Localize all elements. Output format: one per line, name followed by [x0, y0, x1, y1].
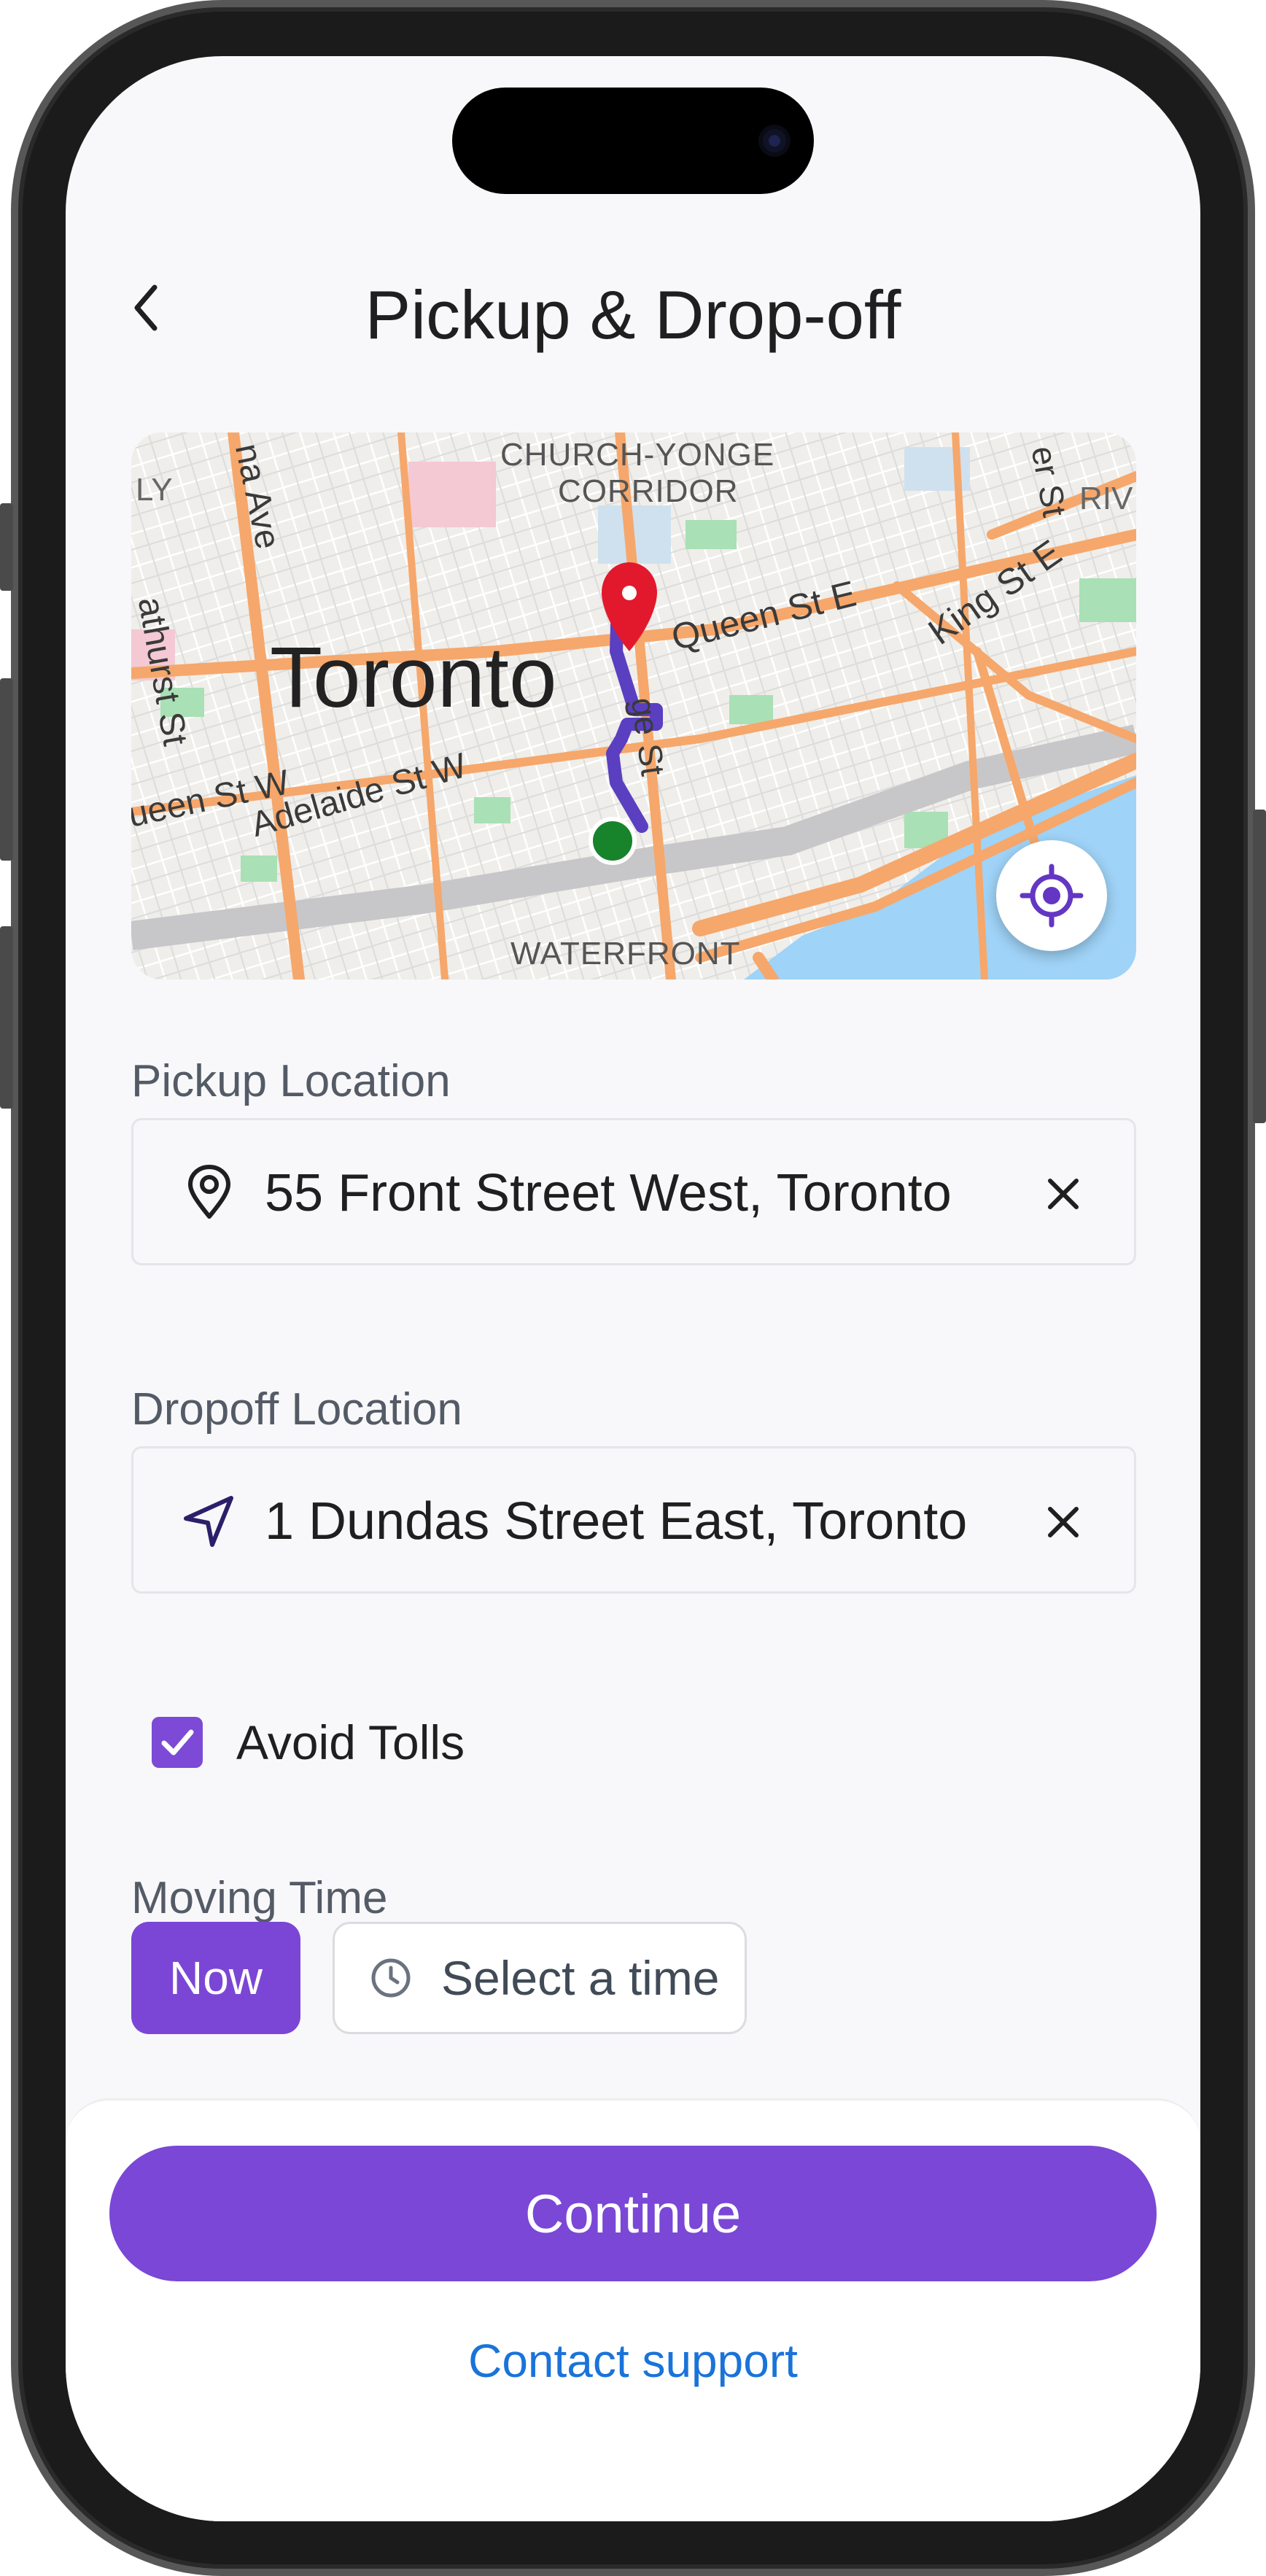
avoid-tolls-option[interactable]: Avoid Tolls	[152, 1706, 465, 1779]
side-button-volume-down	[0, 926, 13, 1109]
crosshair-icon	[1020, 864, 1084, 928]
side-button-volume-up	[0, 678, 13, 861]
map-label-city: Toronto	[270, 629, 557, 726]
side-button-power	[1253, 810, 1266, 1123]
camera-icon	[758, 125, 791, 157]
dropoff-clear-button[interactable]	[1030, 1489, 1096, 1555]
close-icon	[1048, 1179, 1079, 1209]
avoid-tolls-checkbox[interactable]	[152, 1717, 203, 1768]
dropoff-field[interactable]	[131, 1446, 1136, 1594]
dynamic-island	[452, 88, 814, 194]
map-label-riv: RIV	[1079, 481, 1133, 516]
pickup-input[interactable]	[265, 1149, 979, 1237]
screen: Pickup & Drop-off Toronto CHURCH-YONGE C…	[66, 56, 1200, 2521]
close-icon	[1048, 1507, 1079, 1537]
map-label-district-2: CORRIDOR	[558, 473, 739, 509]
moving-time-label: Moving Time	[131, 1873, 388, 1923]
select-time-label: Select a time	[441, 1951, 720, 2005]
map-label-waterfront: WATERFRONT	[510, 936, 741, 971]
checkmark-icon	[161, 1729, 194, 1756]
map-pin-icon	[188, 1165, 230, 1219]
dropoff-label: Dropoff Location	[131, 1384, 462, 1435]
map-label-district-1: CHURCH-YONGE	[500, 437, 775, 473]
route-map[interactable]: Toronto CHURCH-YONGE CORRIDOR WATERFRONT…	[131, 432, 1136, 979]
pickup-label: Pickup Location	[131, 1056, 451, 1106]
recenter-location-button[interactable]	[996, 840, 1107, 951]
continue-button[interactable]: Continue	[109, 2146, 1157, 2281]
select-time-button[interactable]: Select a time	[333, 1922, 747, 2034]
navigation-arrow-icon	[184, 1496, 233, 1547]
map-label-ly: LY	[136, 472, 173, 508]
avoid-tolls-label: Avoid Tolls	[236, 1715, 465, 1769]
pickup-marker	[589, 817, 637, 865]
pickup-clear-button[interactable]	[1030, 1161, 1096, 1227]
footer-panel: Continue Contact support	[66, 2098, 1200, 2521]
page-title: Pickup & Drop-off	[365, 276, 901, 353]
pickup-field[interactable]	[131, 1118, 1136, 1265]
dropoff-input[interactable]	[265, 1478, 979, 1565]
moving-time-now-button[interactable]: Now	[131, 1922, 300, 2034]
contact-support-link[interactable]: Contact support	[66, 2334, 1200, 2388]
side-button-action	[0, 503, 13, 591]
clock-icon	[371, 1958, 411, 1998]
